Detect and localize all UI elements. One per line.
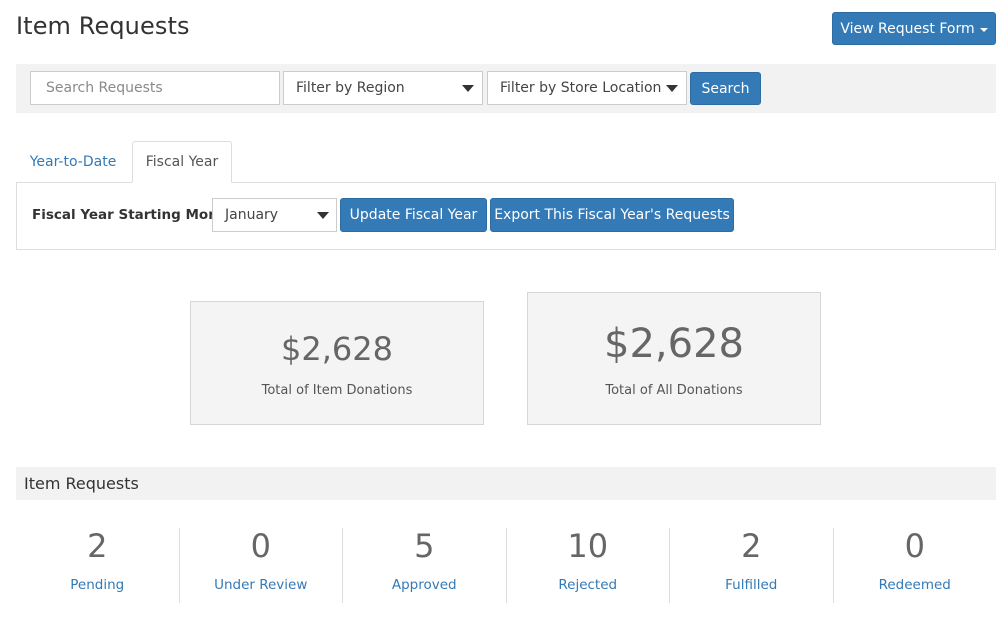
status-count: 0 [250, 527, 271, 565]
status-redeemed: 0 Redeemed [832, 527, 997, 603]
item-donations-caption: Total of Item Donations [261, 383, 413, 398]
status-count: 2 [741, 527, 762, 565]
view-request-form-label: View Request Form [840, 20, 975, 37]
status-link-approved[interactable]: Approved [343, 577, 506, 593]
period-tabs: Year-to-Date Fiscal Year [16, 141, 996, 183]
store-location-filter-select[interactable]: Filter by Store Location [487, 71, 687, 105]
store-location-filter-value: Filter by Store Location [500, 80, 662, 96]
caret-down-icon [979, 27, 988, 32]
status-link-redeemed[interactable]: Redeemed [834, 577, 997, 593]
item-requests-header: Item Requests [16, 467, 996, 500]
tab-year-to-date[interactable]: Year-to-Date [16, 141, 130, 183]
status-count: 10 [567, 527, 609, 565]
update-fiscal-year-button[interactable]: Update Fiscal Year [340, 198, 487, 232]
status-link-fulfilled[interactable]: Fulfilled [670, 577, 833, 593]
status-fulfilled: 2 Fulfilled [669, 527, 833, 603]
search-button[interactable]: Search [690, 72, 761, 105]
status-approved: 5 Approved [342, 527, 506, 603]
status-count: 0 [904, 527, 925, 565]
export-fiscal-year-requests-button[interactable]: Export This Fiscal Year's Requests [490, 198, 734, 232]
request-status-counts: 2 Pending 0 Under Review 5 Approved 10 R… [16, 527, 997, 603]
all-donations-caption: Total of All Donations [605, 383, 743, 398]
status-link-under-review[interactable]: Under Review [180, 577, 343, 593]
fiscal-start-month-label: Fiscal Year Starting Month: [32, 207, 240, 223]
chevron-down-icon [462, 85, 474, 92]
chevron-down-icon [666, 85, 678, 92]
fiscal-start-month-value: January [225, 207, 279, 223]
status-pending: 2 Pending [16, 527, 179, 603]
status-rejected: 10 Rejected [505, 527, 670, 603]
status-link-pending[interactable]: Pending [16, 577, 179, 593]
search-input[interactable] [30, 71, 280, 105]
region-filter-value: Filter by Region [296, 80, 405, 96]
search-bar: Filter by Region Filter by Store Locatio… [16, 64, 996, 113]
tab-fiscal-year[interactable]: Fiscal Year [132, 141, 232, 183]
item-donations-amount: $2,628 [281, 330, 393, 368]
fiscal-start-month-select[interactable]: January [212, 198, 337, 232]
chevron-down-icon [317, 212, 329, 219]
page-title: Item Requests [16, 12, 190, 40]
region-filter-select[interactable]: Filter by Region [283, 71, 483, 105]
item-donations-stat: $2,628 Total of Item Donations [190, 301, 484, 425]
view-request-form-button[interactable]: View Request Form [832, 12, 996, 45]
status-count: 2 [87, 527, 108, 565]
all-donations-amount: $2,628 [604, 321, 744, 367]
all-donations-stat: $2,628 Total of All Donations [527, 292, 821, 425]
status-link-rejected[interactable]: Rejected [507, 577, 670, 593]
status-under-review: 0 Under Review [178, 527, 343, 603]
status-count: 5 [414, 527, 435, 565]
fiscal-year-panel: Fiscal Year Starting Month: January Upda… [16, 182, 996, 250]
